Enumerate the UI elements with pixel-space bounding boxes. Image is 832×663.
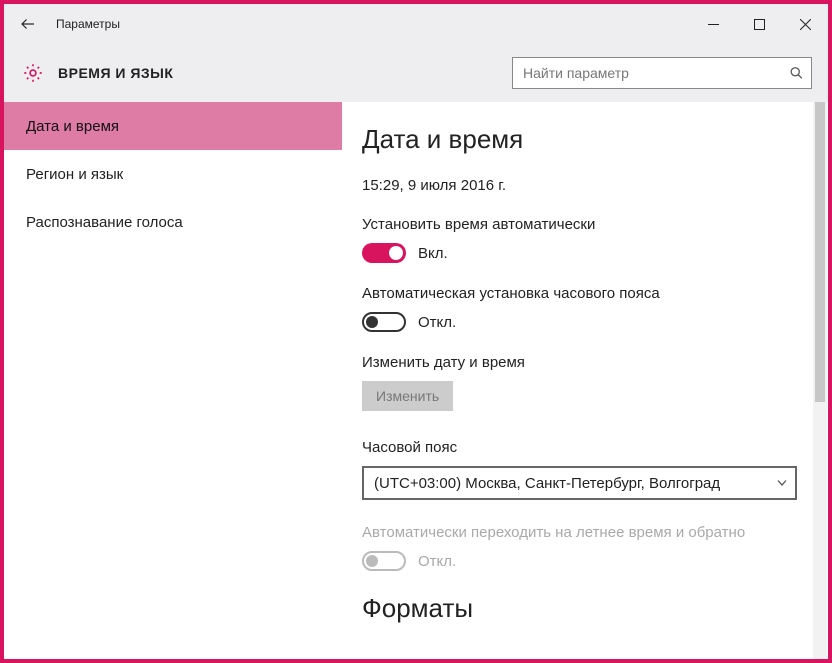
search-box[interactable] <box>512 57 812 89</box>
search-icon <box>789 65 804 80</box>
dst-label: Автоматически переходить на летнее время… <box>362 524 808 541</box>
auto-tz-state: Откл. <box>418 314 456 331</box>
sidebar-item-date-time[interactable]: Дата и время <box>4 102 342 150</box>
auto-time-toggle-row: Вкл. <box>362 243 808 263</box>
current-datetime: 15:29, 9 июля 2016 г. <box>362 177 808 194</box>
back-button[interactable] <box>16 12 40 36</box>
category-title: ВРЕМЯ И ЯЗЫК <box>58 65 173 81</box>
page-heading: Дата и время <box>362 124 808 155</box>
auto-tz-label: Автоматическая установка часового пояса <box>362 285 808 302</box>
dst-state: Откл. <box>418 553 456 570</box>
dst-toggle-row: Откл. <box>362 551 808 571</box>
formats-heading: Форматы <box>362 593 808 624</box>
header-row: ВРЕМЯ И ЯЗЫК <box>4 44 828 102</box>
sidebar-item-label: Регион и язык <box>26 166 123 183</box>
timezone-value: (UTC+03:00) Москва, Санкт-Петербург, Вол… <box>374 475 720 492</box>
sidebar-item-label: Дата и время <box>26 118 119 135</box>
auto-time-label: Установить время автоматически <box>362 216 808 233</box>
gear-icon <box>22 62 44 84</box>
dst-toggle <box>362 551 406 571</box>
maximize-button[interactable] <box>736 6 782 42</box>
timezone-label: Часовой пояс <box>362 439 808 456</box>
auto-time-toggle[interactable] <box>362 243 406 263</box>
close-button[interactable] <box>782 6 828 42</box>
auto-time-state: Вкл. <box>418 245 448 262</box>
chevron-down-icon <box>777 480 787 487</box>
titlebar: Параметры <box>4 4 828 44</box>
auto-tz-toggle-row: Откл. <box>362 312 808 332</box>
window-controls <box>690 6 828 42</box>
auto-tz-toggle[interactable] <box>362 312 406 332</box>
window-title: Параметры <box>56 17 120 31</box>
sidebar-item-region-language[interactable]: Регион и язык <box>4 150 342 198</box>
sidebar: Дата и время Регион и язык Распознавание… <box>4 102 342 659</box>
content-pane: Дата и время 15:29, 9 июля 2016 г. Устан… <box>342 102 828 659</box>
settings-window: Параметры ВРЕМЯ И ЯЗЫК <box>0 0 832 663</box>
minimize-button[interactable] <box>690 6 736 42</box>
change-dt-label: Изменить дату и время <box>362 354 808 371</box>
sidebar-item-label: Распознавание голоса <box>26 214 183 231</box>
change-button: Изменить <box>362 381 453 411</box>
body: Дата и время Регион и язык Распознавание… <box>4 102 828 659</box>
vertical-scrollbar[interactable] <box>813 102 827 659</box>
timezone-dropdown[interactable]: (UTC+03:00) Москва, Санкт-Петербург, Вол… <box>362 466 797 500</box>
sidebar-item-speech[interactable]: Распознавание голоса <box>4 198 342 246</box>
search-input[interactable] <box>512 57 812 89</box>
